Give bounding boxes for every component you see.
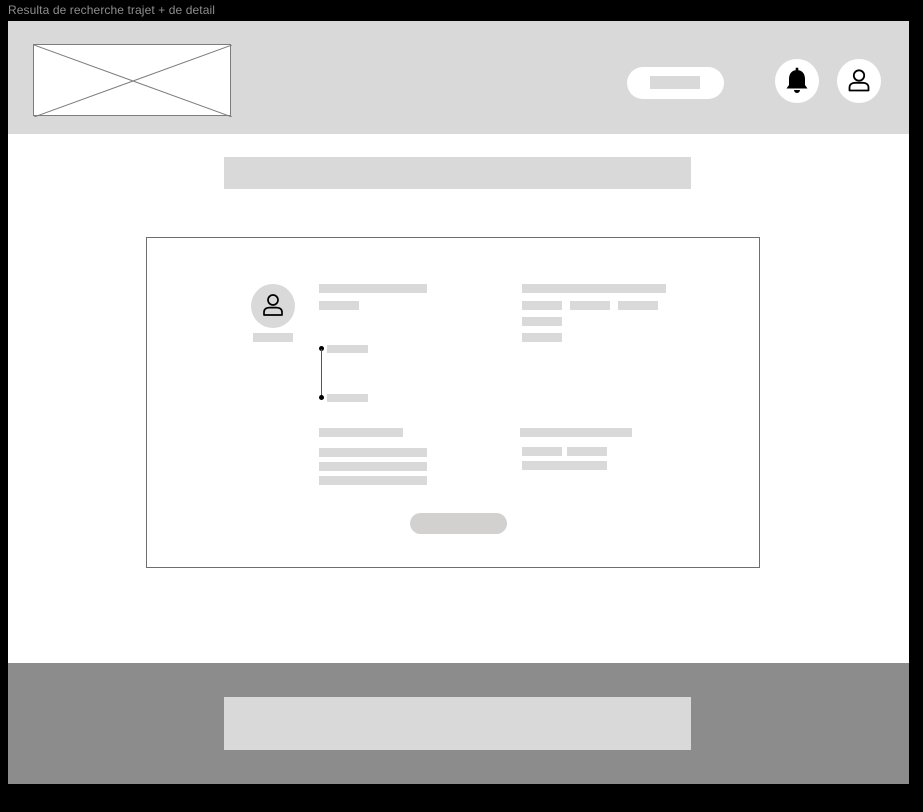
- extra-tag-placeholder: [522, 447, 562, 456]
- route-line: [321, 349, 322, 397]
- page-artboard: [8, 21, 909, 784]
- details-line-placeholder: [319, 476, 427, 485]
- info-tag-placeholder: [522, 301, 562, 310]
- trip-title-placeholder: [319, 284, 427, 293]
- trip-detail-card: [146, 237, 760, 568]
- footer-content-placeholder: [224, 697, 691, 750]
- extra-tag-placeholder: [567, 447, 607, 456]
- arrival-city-placeholder: [327, 394, 368, 402]
- details-line-placeholder: [319, 462, 427, 471]
- header-action-button[interactable]: [627, 67, 724, 99]
- details-line-placeholder: [319, 448, 427, 457]
- info-tag-placeholder: [570, 301, 610, 310]
- bell-icon: [786, 67, 808, 93]
- book-trip-button[interactable]: [410, 513, 507, 534]
- driver-name-placeholder: [253, 333, 293, 342]
- image-placeholder-icon: [34, 45, 232, 117]
- extra-line-placeholder: [522, 461, 607, 470]
- info-title-placeholder: [522, 284, 666, 293]
- header: [8, 21, 909, 134]
- logo-placeholder[interactable]: [33, 44, 232, 117]
- extra-heading-placeholder: [520, 428, 632, 437]
- footer: [8, 663, 909, 784]
- details-heading-placeholder: [319, 428, 403, 437]
- arrival-point-marker: [319, 395, 324, 400]
- profile-button[interactable]: [837, 59, 881, 103]
- info-line-placeholder: [522, 333, 562, 342]
- departure-city-placeholder: [327, 345, 368, 353]
- header-action-label-placeholder: [650, 76, 700, 89]
- frame-title: Resulta de recherche trajet + de detail: [8, 3, 216, 17]
- page-title-placeholder: [224, 157, 691, 189]
- trip-date-placeholder: [319, 301, 359, 310]
- info-tag-placeholder: [618, 301, 658, 310]
- info-line-placeholder: [522, 317, 562, 326]
- notifications-button[interactable]: [775, 59, 819, 103]
- user-icon: [263, 294, 283, 316]
- driver-avatar[interactable]: [251, 284, 295, 328]
- user-icon: [848, 69, 870, 92]
